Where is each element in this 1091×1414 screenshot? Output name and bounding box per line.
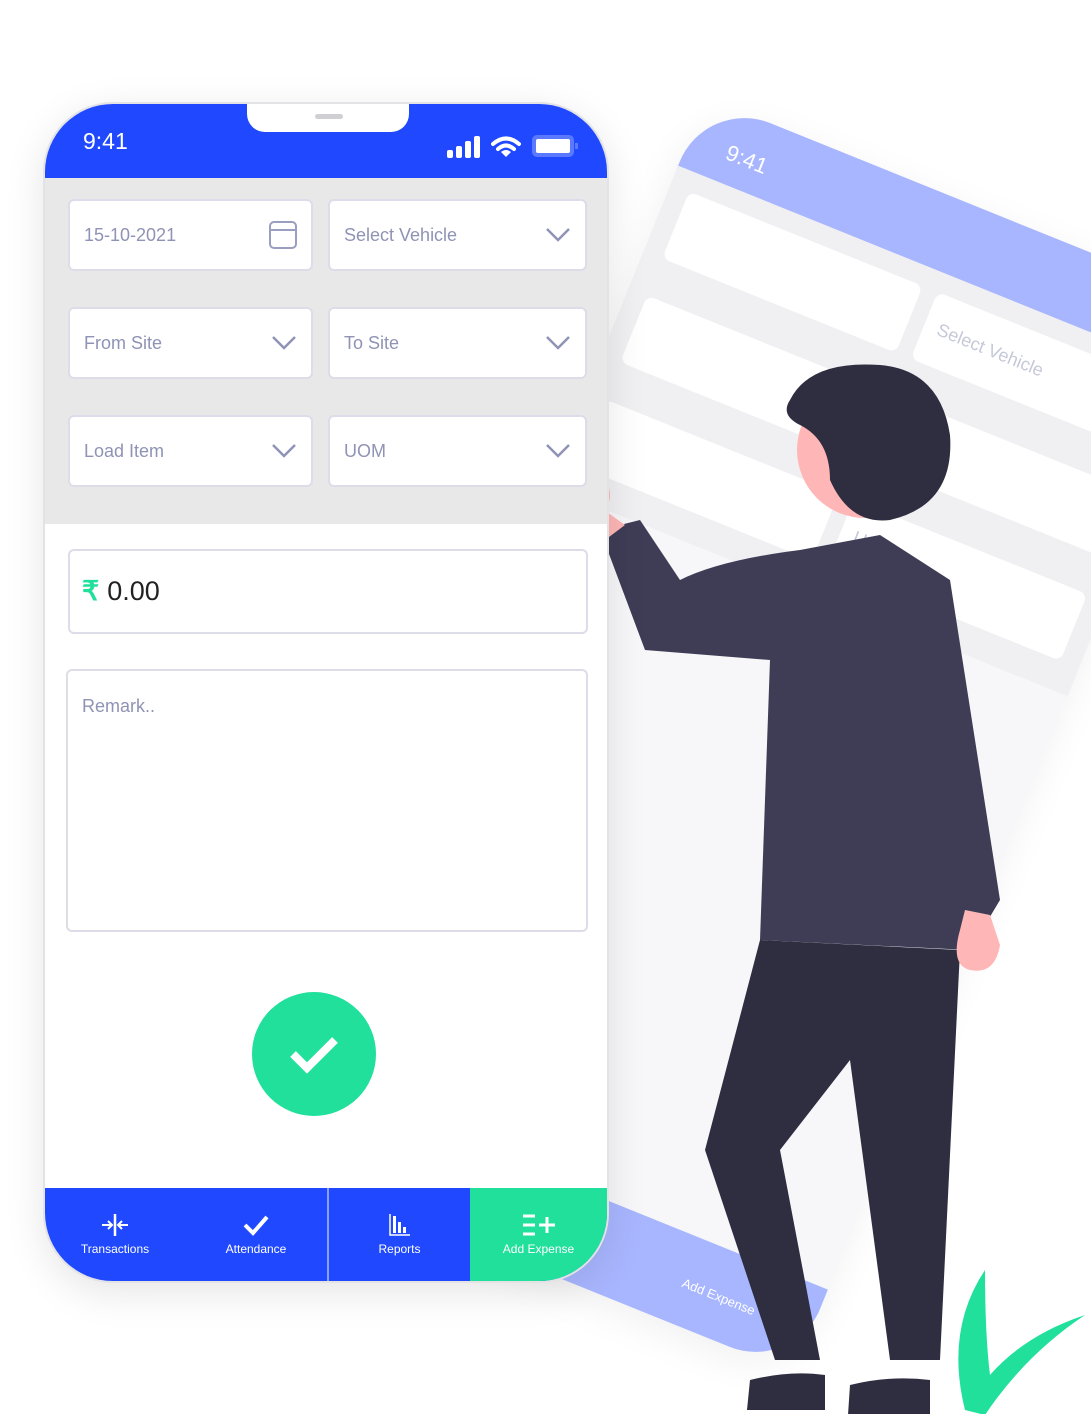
battery-icon — [532, 135, 578, 157]
check-icon — [243, 1215, 269, 1236]
phone-screen: 9:41 15-10-2021 Select Vehicle From Site… — [43, 102, 609, 1283]
nav-label: Reports — [378, 1241, 421, 1256]
nav-label: Transactions — [80, 1241, 150, 1256]
uom-select[interactable]: UOM — [328, 415, 587, 487]
bar-chart-icon — [388, 1213, 410, 1236]
to-site-placeholder: To Site — [344, 332, 400, 353]
chevron-down-icon — [546, 228, 570, 242]
chevron-down-icon — [546, 336, 570, 350]
calendar-icon — [269, 221, 297, 249]
load-item-select[interactable]: Load Item — [68, 415, 313, 487]
status-bar: 9:41 — [45, 104, 607, 178]
to-site-select[interactable]: To Site — [328, 307, 587, 379]
notch — [247, 104, 409, 132]
nav-label: Add Expense — [502, 1241, 575, 1256]
amount-value: 0.00 — [107, 576, 160, 606]
uom-placeholder: UOM — [344, 440, 386, 461]
check-icon — [290, 1037, 338, 1074]
nav-add-expense[interactable]: Add Expense — [470, 1188, 607, 1281]
amount-input[interactable]: ₹ 0.00 — [68, 549, 588, 634]
chevron-down-icon — [272, 336, 296, 350]
from-site-select[interactable]: From Site — [68, 307, 313, 379]
signal-icon — [447, 136, 480, 158]
date-field[interactable]: 15-10-2021 — [68, 199, 313, 271]
chevron-down-icon — [272, 444, 296, 458]
nav-attendance[interactable]: Attendance — [185, 1188, 329, 1281]
from-site-placeholder: From Site — [84, 332, 163, 353]
remark-placeholder: Remark.. — [82, 696, 156, 716]
vehicle-select[interactable]: Select Vehicle — [328, 199, 587, 271]
wifi-icon — [491, 136, 521, 157]
nav-reports[interactable]: Reports — [329, 1188, 470, 1281]
submit-button[interactable] — [252, 992, 376, 1116]
checkmark-leaf-icon — [958, 1270, 1085, 1414]
remark-textarea[interactable]: Remark.. — [66, 669, 588, 932]
bottom-nav: Transactions Attendance Reports Add Expe… — [45, 1188, 607, 1281]
nav-transactions[interactable]: Transactions — [45, 1188, 185, 1281]
load-item-placeholder: Load Item — [84, 440, 165, 461]
status-time: 9:41 — [83, 128, 128, 154]
collapse-icon — [102, 1213, 128, 1236]
vehicle-placeholder: Select Vehicle — [344, 224, 458, 245]
rupee-icon: ₹ — [82, 576, 100, 606]
nav-label: Attendance — [225, 1241, 287, 1256]
chevron-down-icon — [546, 444, 570, 458]
form-section: 15-10-2021 Select Vehicle From Site To S… — [45, 178, 607, 524]
list-add-icon — [522, 1214, 555, 1235]
date-value: 15-10-2021 — [84, 224, 177, 245]
